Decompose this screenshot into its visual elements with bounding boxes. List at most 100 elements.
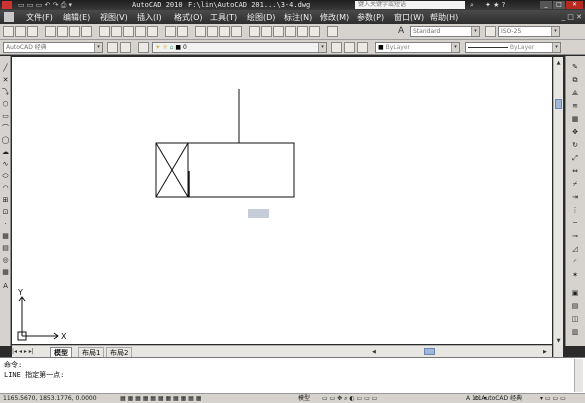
chamfer-icon[interactable]: ◿ [569, 244, 581, 255]
help-icon[interactable] [327, 26, 338, 37]
open-icon[interactable] [15, 26, 26, 37]
rotate-icon[interactable]: ↻ [569, 140, 581, 151]
scale-icon[interactable]: ⤢ [569, 153, 581, 164]
dim-style-icon[interactable] [485, 26, 496, 37]
menu-tools[interactable]: 工具(T) [210, 12, 237, 23]
tool-palettes-icon[interactable] [273, 26, 284, 37]
scroll-up-button[interactable]: ▲ [554, 59, 563, 67]
make-current-layer-icon[interactable] [331, 42, 342, 53]
layer-manager-icon[interactable] [138, 42, 149, 53]
undo-icon[interactable] [165, 26, 176, 37]
join-icon[interactable]: ⊸ [569, 231, 581, 242]
pan-icon[interactable] [195, 26, 206, 37]
trim-icon[interactable]: ⌿ [569, 179, 581, 190]
vertical-scrollbar[interactable]: ▲ ▼ [553, 57, 563, 357]
construction-line-icon[interactable]: ✕ [1, 76, 10, 85]
redo-icon[interactable] [177, 26, 188, 37]
workspace-save-icon[interactable] [120, 42, 131, 53]
search-input[interactable]: 键入关键字或短语 [355, 1, 465, 9]
menu-edit[interactable]: 编辑(E) [63, 12, 90, 23]
tab-layout2[interactable]: 布局2 [106, 347, 133, 357]
match-properties-icon[interactable] [135, 26, 146, 37]
layer-previous-icon[interactable] [344, 42, 355, 53]
restore-button[interactable]: □ [553, 1, 565, 9]
sheet-set-icon[interactable] [285, 26, 296, 37]
menu-help[interactable]: 帮助(H) [430, 12, 458, 23]
save-icon[interactable] [27, 26, 38, 37]
command-scrollbar[interactable] [574, 359, 583, 392]
erase-icon[interactable]: ✎ [569, 62, 581, 73]
menu-file[interactable]: 文件(F) [26, 12, 53, 23]
plot-icon[interactable] [81, 26, 92, 37]
quickcalc-icon[interactable] [309, 26, 320, 37]
text-style-select[interactable]: Standard ▾ [410, 26, 480, 37]
view-tools[interactable]: ▭ ▭ ✥ ⌕ ◐ ▭ ▭ ▭ [322, 395, 462, 403]
ellipse-arc-icon[interactable]: ◠ [1, 184, 10, 193]
offset-icon[interactable]: ≋ [569, 101, 581, 112]
polyline-icon[interactable]: ⤵ [1, 88, 10, 97]
array-icon[interactable]: ▦ [569, 114, 581, 125]
cut-icon[interactable] [99, 26, 110, 37]
drawing-canvas[interactable]: Y X [12, 57, 552, 344]
multiline-text-icon[interactable]: A [1, 282, 10, 291]
zoom-realtime-icon[interactable] [207, 26, 218, 37]
dim-style-select[interactable]: ISO-25 ▾ [498, 26, 560, 37]
arc-icon[interactable]: ⌒ [1, 124, 10, 133]
print-icon[interactable] [45, 26, 56, 37]
object-snap-icon[interactable]: ◫ [569, 314, 581, 325]
draworder-icon[interactable]: ▣ [569, 288, 581, 299]
workspace-settings-icon[interactable] [107, 42, 118, 53]
block-editor-icon[interactable] [147, 26, 158, 37]
break-icon[interactable]: ╌ [569, 218, 581, 229]
layer-select[interactable]: ☀ ☼ ⌂ ■ 0 ▾ [152, 42, 327, 53]
doc-window-controls[interactable]: _ □ ✕ [540, 12, 582, 22]
publish-icon[interactable] [69, 26, 80, 37]
command-window[interactable]: 命令: LINE 指定第一点: [0, 357, 585, 393]
point-icon[interactable]: · [1, 220, 10, 229]
menu-modify[interactable]: 修改(M) [320, 12, 349, 23]
hatch-icon[interactable]: ▦ [1, 232, 10, 241]
make-block-icon[interactable]: ⊡ [1, 208, 10, 217]
menu-insert[interactable]: 插入(I) [137, 12, 162, 23]
rectangle-icon[interactable]: ▭ [1, 112, 10, 121]
scroll-down-button[interactable]: ▼ [554, 337, 563, 345]
menu-draw[interactable]: 绘图(D) [247, 12, 275, 23]
line-icon[interactable]: ╱ [1, 64, 10, 73]
layer-walk-icon[interactable]: ▤ [569, 301, 581, 312]
search-icon[interactable]: ⌕ [470, 0, 474, 10]
drafting-toggles[interactable]: ▦ ▦ ▦ ▦ ▦ ▦ ▦ ▦ ▦ ▦ ▦ [120, 395, 290, 403]
copy-object-icon[interactable]: ⧉ [569, 75, 581, 86]
tab-layout1[interactable]: 布局1 [78, 347, 105, 357]
color-select[interactable]: ■ ByLayer ▾ [375, 42, 460, 53]
app-menu-icon[interactable] [2, 1, 12, 9]
mirror-icon[interactable]: ⟁ [569, 88, 581, 99]
menu-view[interactable]: 视图(V) [100, 12, 128, 23]
gradient-icon[interactable]: ▤ [1, 244, 10, 253]
horizontal-scroll-thumb[interactable] [424, 348, 435, 355]
polygon-icon[interactable]: ⬡ [1, 100, 10, 109]
menu-format[interactable]: 格式(O) [174, 12, 203, 23]
ellipse-icon[interactable]: ⬭ [1, 172, 10, 181]
linetype-select[interactable]: ByLayer ▾ [465, 42, 561, 53]
revision-cloud-icon[interactable]: ☁ [1, 148, 10, 157]
zoom-previous-icon[interactable] [231, 26, 242, 37]
insert-block-icon[interactable]: ⊞ [1, 196, 10, 205]
fillet-icon[interactable]: ◜ [569, 257, 581, 268]
zoom-window-icon[interactable] [219, 26, 230, 37]
design-center-icon[interactable] [261, 26, 272, 37]
region-icon[interactable]: ◎ [1, 256, 10, 265]
text-style-icon[interactable]: A [398, 26, 404, 37]
coordinate-readout[interactable]: 1165.5670, 1853.1776, 0.0000 [3, 395, 97, 403]
tray-icons[interactable]: ▾ ▭ ▭ ▭ [540, 395, 584, 403]
menu-window[interactable]: 窗口(W) [394, 12, 424, 23]
move-icon[interactable]: ✥ [569, 127, 581, 138]
model-space-toggle[interactable]: 模型 [298, 395, 310, 403]
snap-settings-icon[interactable]: ▥ [569, 327, 581, 338]
stretch-icon[interactable]: ⇔ [569, 166, 581, 177]
workspace-select[interactable]: AutoCAD 经典 ▾ [3, 42, 103, 53]
layer-states-icon[interactable] [357, 42, 368, 53]
extend-icon[interactable]: ⇥ [569, 192, 581, 203]
quick-access-icons[interactable]: ▭ ▭ ▭ ↶ ↷ ⎙ ▾ [18, 1, 118, 9]
workspace-status[interactable]: ⚙ AutoCAD 经典 [474, 395, 522, 403]
properties-icon[interactable] [249, 26, 260, 37]
